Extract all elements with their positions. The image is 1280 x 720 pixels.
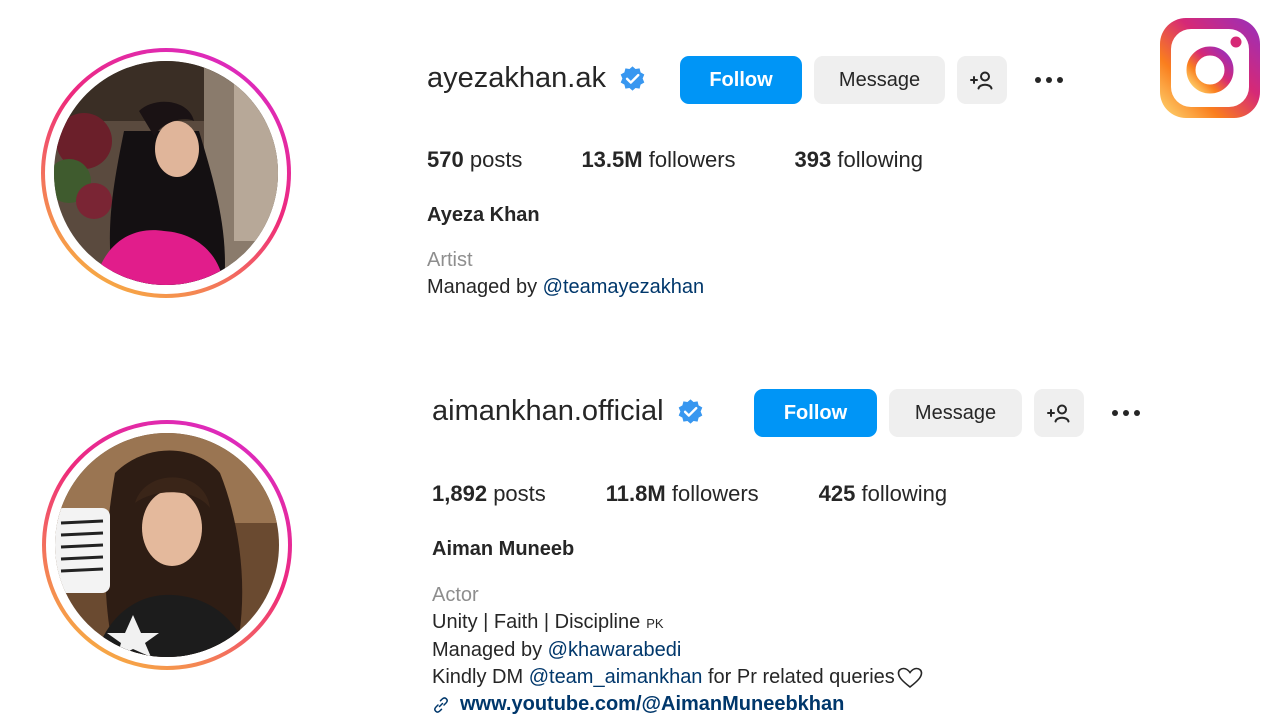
bio-dm-line: Kindly DM @team_aimankhan for Pr related… [432, 664, 923, 691]
suggest-accounts-button[interactable] [1034, 389, 1084, 437]
suggest-accounts-button[interactable] [957, 56, 1007, 104]
verified-badge-icon [620, 66, 645, 91]
more-options-icon[interactable] [1112, 389, 1145, 437]
username: ayezakhan.ak [427, 62, 606, 94]
followers-stat[interactable]: 13.5M followers [581, 147, 735, 173]
following-stat[interactable]: 393 following [795, 147, 923, 173]
story-ring[interactable] [42, 420, 292, 670]
bio-managed-line: Managed by @khawarabedi [432, 639, 682, 661]
bio-managed-line: Managed by @teamayezakhan [427, 276, 705, 298]
avatar[interactable] [54, 61, 278, 285]
message-button[interactable]: Message [889, 389, 1022, 437]
profile-ayezakhan: ayezakhan.ak Follow Message 570 posts 13… [0, 0, 1280, 360]
add-person-icon [970, 71, 993, 90]
mention-link[interactable]: @khawarabedi [548, 639, 682, 661]
posts-stat[interactable]: 1,892 posts [432, 481, 546, 507]
profile-stats: 570 posts 13.5M followers 393 following [427, 147, 923, 173]
link-icon [434, 696, 448, 713]
bio: Artist Managed by @teamayezakhan [427, 247, 704, 301]
mention-link[interactable]: @teamayezakhan [543, 276, 705, 298]
full-name: Aiman Muneeb [432, 538, 575, 560]
bio: Actor Unity | Faith | Discipline PK Manag… [432, 582, 923, 718]
followers-stat[interactable]: 11.8M followers [606, 481, 759, 507]
posts-stat[interactable]: 570 posts [427, 147, 522, 173]
external-link[interactable]: www.youtube.com/@AimanMuneebkhan [432, 691, 923, 718]
more-options-icon[interactable] [1035, 56, 1068, 104]
full-name: Ayeza Khan [427, 204, 540, 226]
following-stat[interactable]: 425 following [819, 481, 947, 507]
profile-stats: 1,892 posts 11.8M followers 425 followin… [432, 481, 947, 507]
bio-line-1: Unity | Faith | Discipline PK [432, 611, 664, 633]
follow-button[interactable]: Follow [754, 389, 877, 437]
category-label: Actor [432, 584, 479, 606]
verified-badge-icon [678, 399, 702, 424]
username: aimankhan.official [432, 395, 664, 427]
add-person-icon [1047, 404, 1070, 423]
avatar[interactable] [55, 433, 279, 657]
pk-flag: PK [646, 616, 664, 631]
message-button[interactable]: Message [814, 56, 945, 104]
profile-aimankhan: aimankhan.official Follow Message 1,892 … [0, 333, 1280, 715]
category-label: Artist [427, 249, 473, 271]
follow-button[interactable]: Follow [680, 56, 802, 104]
mention-link[interactable]: @team_aimankhan [529, 664, 703, 691]
story-ring[interactable] [41, 48, 291, 298]
heart-icon [897, 667, 923, 688]
